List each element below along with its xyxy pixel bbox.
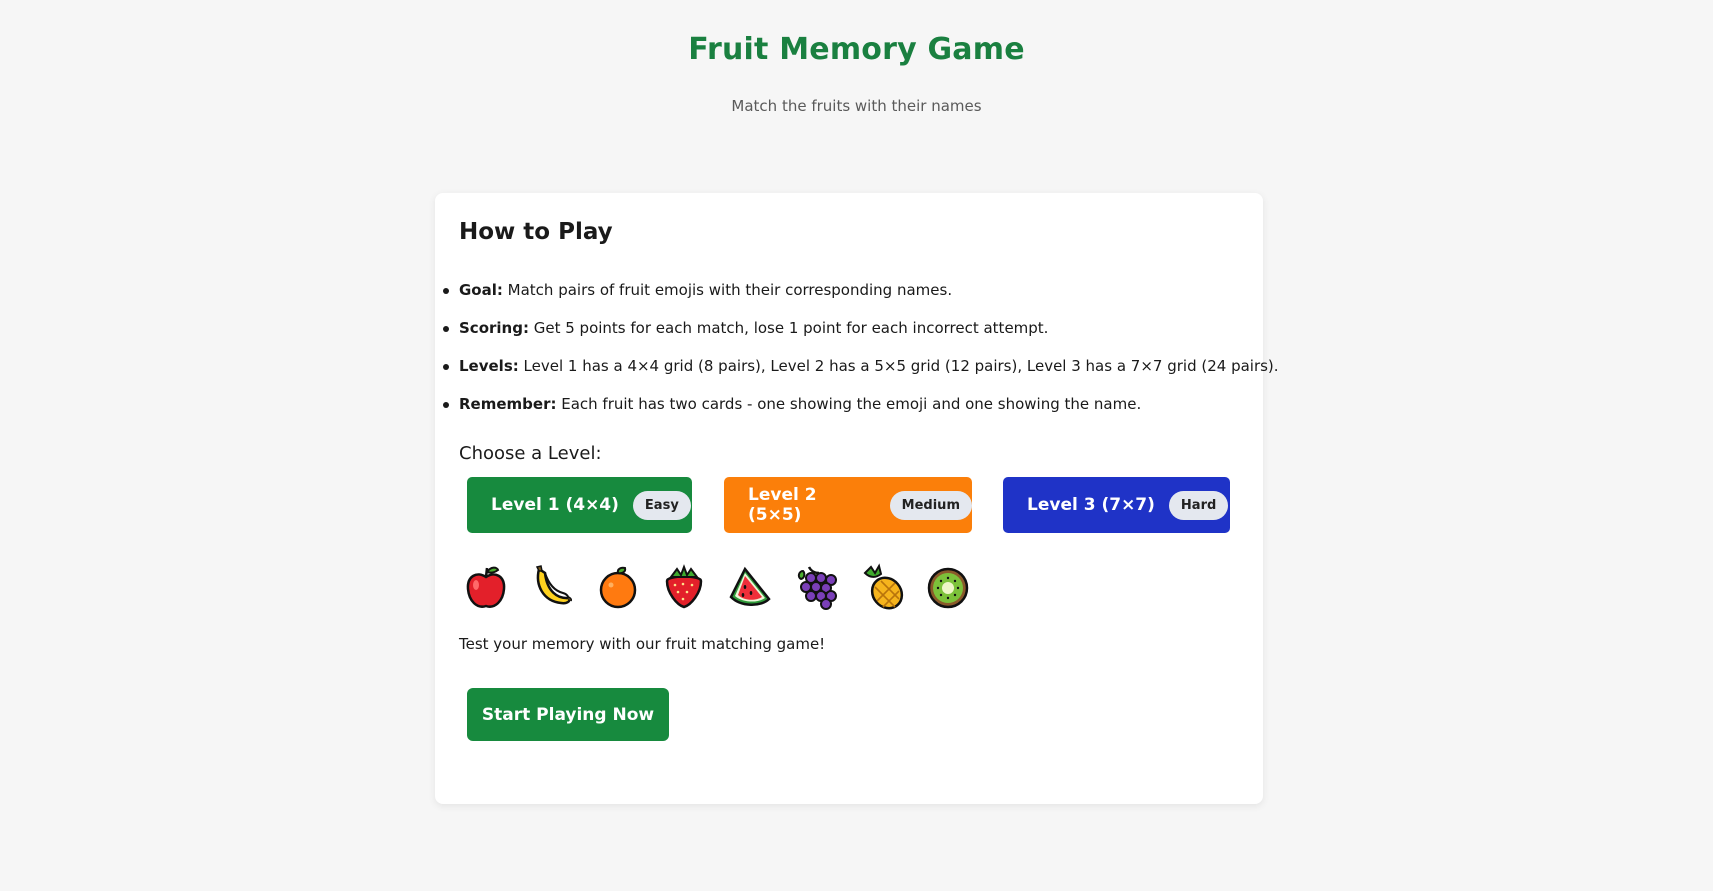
rule-label: Levels: (459, 357, 519, 375)
choose-level-label: Choose a Level: (459, 443, 602, 464)
rule-label: Scoring: (459, 319, 529, 337)
level-3-button[interactable]: Level 3 (7×7) Hard (1003, 477, 1230, 533)
kiwi-icon (925, 563, 971, 611)
apple-icon (463, 563, 509, 611)
rule-item-levels: Levels: Level 1 has a 4×4 grid (8 pairs)… (443, 355, 1279, 377)
orange-icon (595, 563, 641, 611)
level-2-button[interactable]: Level 2 (5×5) Medium (724, 477, 972, 533)
rule-item-scoring: Scoring: Get 5 points for each match, lo… (443, 317, 1239, 339)
rule-text: Level 1 has a 4×4 grid (8 pairs), Level … (518, 357, 1279, 375)
level-1-button[interactable]: Level 1 (4×4) Easy (467, 477, 692, 533)
level-name: Level 3 (7×7) (1027, 495, 1155, 515)
grapes-icon (793, 563, 839, 611)
fruit-showcase (459, 563, 1239, 611)
rule-item-remember: Remember: Each fruit has two cards - one… (443, 393, 1239, 415)
watermelon-icon (727, 563, 773, 611)
rule-text: Get 5 points for each match, lose 1 poin… (528, 319, 1049, 337)
difficulty-badge: Easy (632, 490, 691, 520)
rule-item-goal: Goal: Match pairs of fruit emojis with t… (443, 279, 1239, 301)
tagline: Test your memory with our fruit matching… (459, 635, 826, 653)
page-subtitle: Match the fruits with their names (731, 97, 982, 115)
level-name: Level 2 (5×5) (748, 485, 817, 525)
level-buttons: Level 1 (4×4) Easy Level 2 (5×5) Medium … (459, 477, 1239, 533)
instructions-card: How to Play Goal: Match pairs of fruit e… (435, 193, 1279, 804)
strawberry-icon (661, 563, 707, 611)
difficulty-badge: Medium (889, 490, 972, 520)
how-to-play-title: How to Play (459, 219, 613, 245)
rule-text: Each fruit has two cards - one showing t… (556, 395, 1142, 413)
page-header: Fruit Memory Game Match the fruits with … (0, 0, 1713, 115)
level-name: Level 1 (4×4) (491, 495, 619, 515)
rules-list: Goal: Match pairs of fruit emojis with t… (443, 279, 1279, 415)
pineapple-icon (859, 563, 905, 611)
start-playing-button[interactable]: Start Playing Now (467, 688, 669, 741)
rule-label: Remember: (459, 395, 557, 413)
rule-text: Match pairs of fruit emojis with their c… (502, 281, 953, 299)
rule-label: Goal: (459, 281, 503, 299)
page-title: Fruit Memory Game (688, 32, 1025, 67)
banana-icon (529, 563, 575, 611)
difficulty-badge: Hard (1168, 490, 1229, 520)
